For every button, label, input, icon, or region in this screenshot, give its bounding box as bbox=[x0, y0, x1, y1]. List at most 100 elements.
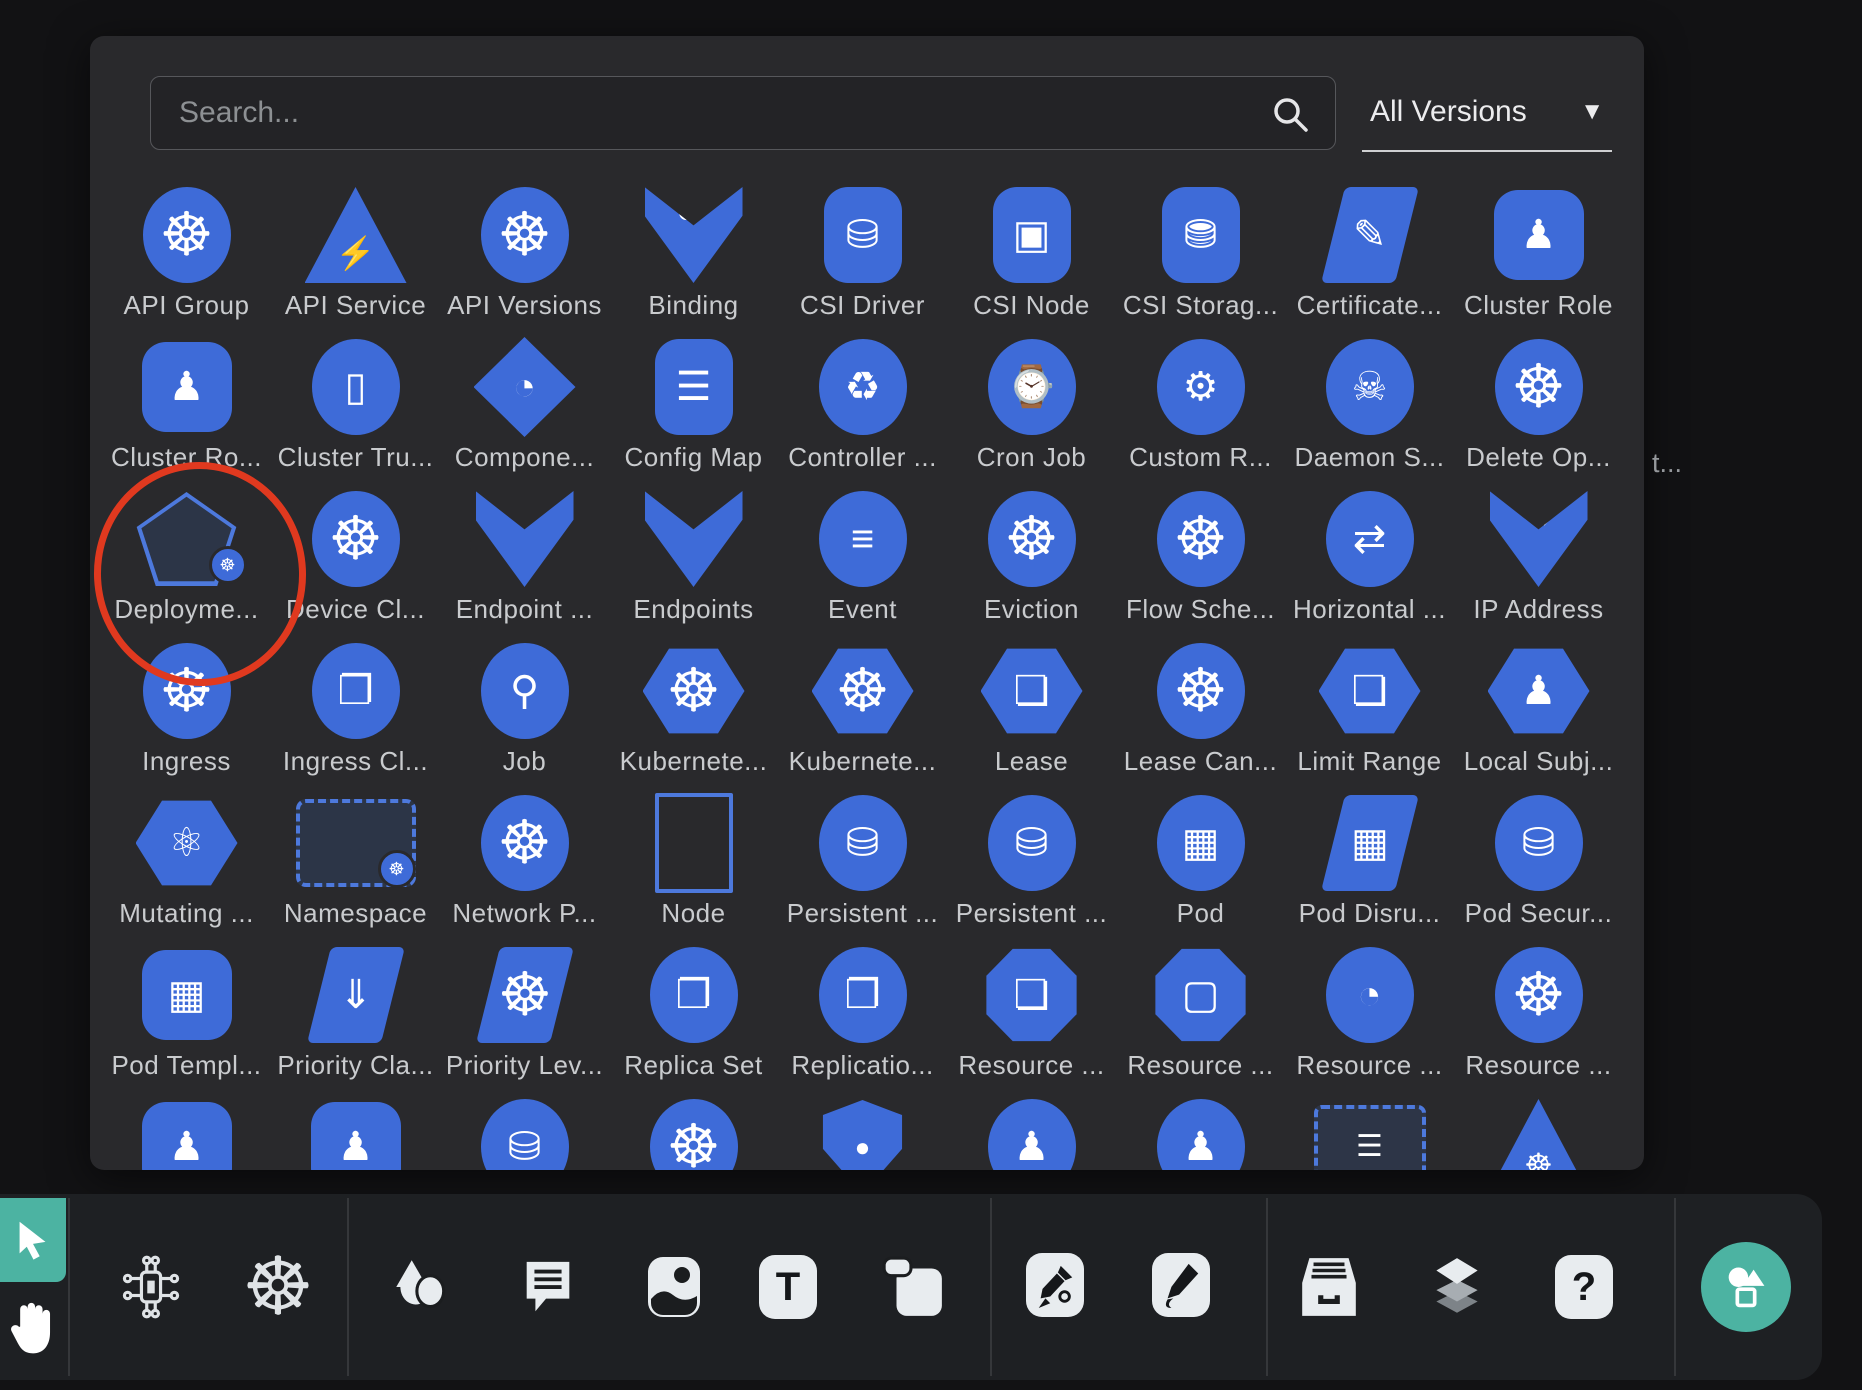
library-item[interactable]: ♟ bbox=[271, 1094, 440, 1170]
library-item[interactable]: ☰ bbox=[1285, 1094, 1454, 1170]
library-item[interactable]: ❐Replicatio... bbox=[778, 942, 947, 1094]
k8s-shape-icon: ⇊ bbox=[628, 486, 760, 592]
library-item[interactable]: ⚲Job bbox=[440, 638, 609, 790]
search-input[interactable] bbox=[151, 77, 1335, 149]
library-item[interactable]: ☸Priority Lev... bbox=[440, 942, 609, 1094]
hand-tool[interactable] bbox=[2, 1290, 64, 1370]
library-item[interactable]: ♟ bbox=[1116, 1094, 1285, 1170]
k8s-shape-icon: ☸ bbox=[1135, 638, 1267, 744]
layers-tool[interactable] bbox=[1422, 1250, 1492, 1324]
library-item[interactable]: ☸Resource ... bbox=[1454, 942, 1623, 1094]
library-item[interactable]: ☸Device Cl... bbox=[271, 486, 440, 638]
library-item[interactable]: ⛁Pod Secur... bbox=[1454, 790, 1623, 942]
select-tool[interactable] bbox=[0, 1198, 66, 1282]
library-item[interactable]: ☸API Group bbox=[102, 182, 271, 334]
k8s-shape-icon: ☸ bbox=[797, 638, 929, 744]
library-item[interactable]: ⛁Persistent ... bbox=[947, 790, 1116, 942]
note-icon bbox=[880, 1254, 946, 1320]
library-item[interactable]: ☸API Versions bbox=[440, 182, 609, 334]
shapes-tool[interactable] bbox=[386, 1250, 456, 1324]
architecture-tool[interactable] bbox=[116, 1252, 186, 1322]
library-item[interactable]: ⌚Cron Job bbox=[947, 334, 1116, 486]
library-item[interactable]: ☸Namespace bbox=[271, 790, 440, 942]
library-item[interactable]: ☰Config Map bbox=[609, 334, 778, 486]
library-item[interactable]: ⛃CSI Storag... bbox=[1116, 182, 1285, 334]
library-item[interactable]: ⛁CSI Driver bbox=[778, 182, 947, 334]
library-item[interactable]: ⛁Persistent ... bbox=[778, 790, 947, 942]
connector-pen-tool[interactable] bbox=[1025, 1252, 1085, 1318]
version-filter[interactable]: All Versions ▼ bbox=[1362, 74, 1612, 152]
library-item[interactable]: ♟Cluster Ro... bbox=[102, 334, 271, 486]
library-item[interactable]: ☸Kubernete... bbox=[778, 638, 947, 790]
k8s-shape-icon: ❏ bbox=[966, 638, 1098, 744]
library-item[interactable]: ☸Deployme... bbox=[102, 486, 271, 638]
library-item[interactable]: ⇩Endpoint ... bbox=[440, 486, 609, 638]
library-item[interactable]: Node bbox=[609, 790, 778, 942]
comment-tool[interactable] bbox=[514, 1252, 582, 1322]
library-item[interactable]: ◔Compone... bbox=[440, 334, 609, 486]
toolbar-divider bbox=[990, 1198, 992, 1376]
library-item[interactable]: ☸Network P... bbox=[440, 790, 609, 942]
library-item[interactable]: ☸Delete Op... bbox=[1454, 334, 1623, 486]
library-item[interactable]: ▦Pod bbox=[1116, 790, 1285, 942]
library-item[interactable]: ❏Limit Range bbox=[1285, 638, 1454, 790]
k8s-shape-icon: ☸ bbox=[121, 182, 253, 288]
comment-icon bbox=[517, 1254, 579, 1320]
library-item[interactable]: ▦Pod Disru... bbox=[1285, 790, 1454, 942]
library-item[interactable]: ≡Event bbox=[778, 486, 947, 638]
library-item[interactable]: ▦Pod Templ... bbox=[102, 942, 271, 1094]
library-item[interactable]: ☠Daemon S... bbox=[1285, 334, 1454, 486]
library-item[interactable]: ● bbox=[778, 1094, 947, 1170]
library-item[interactable]: ⇄Horizontal ... bbox=[1285, 486, 1454, 638]
shapes-icon bbox=[388, 1252, 454, 1322]
library-item[interactable]: ⚛Mutating ... bbox=[102, 790, 271, 942]
library-item[interactable]: ❐Ingress Cl... bbox=[271, 638, 440, 790]
library-item-label: CSI Driver bbox=[800, 290, 925, 321]
k8s-shape-icon: ⛁ bbox=[459, 1094, 591, 1170]
library-item-label: Binding bbox=[648, 290, 738, 321]
library-item-label: Certificate... bbox=[1297, 290, 1443, 321]
help-button[interactable]: ? bbox=[1554, 1254, 1614, 1320]
logo-button[interactable] bbox=[1701, 1242, 1791, 1332]
library-item[interactable]: ☸Kubernete... bbox=[609, 638, 778, 790]
library-item[interactable]: ♟Cluster Role bbox=[1454, 182, 1623, 334]
library-item[interactable]: ⚙Custom R... bbox=[1116, 334, 1285, 486]
library-item-label: Daemon S... bbox=[1294, 442, 1444, 473]
library-tool[interactable] bbox=[1294, 1250, 1364, 1324]
library-item[interactable]: ⛁ bbox=[440, 1094, 609, 1170]
k8s-shape-icon: ▦ bbox=[121, 942, 253, 1048]
note-tool[interactable] bbox=[878, 1252, 948, 1322]
library-item[interactable]: ☸Flow Sche... bbox=[1116, 486, 1285, 638]
library-item[interactable]: ☸ bbox=[1454, 1094, 1623, 1170]
library-item[interactable]: ⇊Endpoints bbox=[609, 486, 778, 638]
search-box bbox=[150, 76, 1336, 150]
library-item[interactable]: ☸ bbox=[609, 1094, 778, 1170]
library-item[interactable]: ◔Resource ... bbox=[1285, 942, 1454, 1094]
kubernetes-badge-icon: ☸ bbox=[209, 546, 247, 584]
library-item-label: Ingress Cl... bbox=[283, 746, 428, 777]
draw-tool[interactable] bbox=[1151, 1252, 1211, 1318]
library-item[interactable]: ▯Cluster Tru... bbox=[271, 334, 440, 486]
library-item[interactable]: ❏Resource ... bbox=[947, 942, 1116, 1094]
library-item[interactable]: ⇆IP Address bbox=[1454, 486, 1623, 638]
library-item[interactable]: ☸Lease Can... bbox=[1116, 638, 1285, 790]
library-item[interactable]: ☍Binding bbox=[609, 182, 778, 334]
library-item[interactable]: ▣CSI Node bbox=[947, 182, 1116, 334]
library-item[interactable]: ☸Eviction bbox=[947, 486, 1116, 638]
library-item[interactable]: ♟Local Subj... bbox=[1454, 638, 1623, 790]
image-tool[interactable] bbox=[640, 1250, 708, 1324]
kubernetes-shapes-tool[interactable]: ☸ bbox=[238, 1244, 318, 1330]
library-item[interactable]: ☸Ingress bbox=[102, 638, 271, 790]
text-tool[interactable]: T bbox=[758, 1254, 818, 1320]
library-item[interactable]: ⚡API Service bbox=[271, 182, 440, 334]
library-item[interactable]: ❏Lease bbox=[947, 638, 1116, 790]
library-item[interactable]: ⇓Priority Cla... bbox=[271, 942, 440, 1094]
k8s-shape-icon: ⚛ bbox=[121, 790, 253, 896]
library-item[interactable]: ✎Certificate... bbox=[1285, 182, 1454, 334]
library-item-label: Resource ... bbox=[1465, 1050, 1611, 1081]
library-item[interactable]: ♻Controller ... bbox=[778, 334, 947, 486]
library-item[interactable]: ♟ bbox=[947, 1094, 1116, 1170]
library-item[interactable]: ♟ bbox=[102, 1094, 271, 1170]
library-item[interactable]: ❐Replica Set bbox=[609, 942, 778, 1094]
library-item[interactable]: ▢Resource ... bbox=[1116, 942, 1285, 1094]
